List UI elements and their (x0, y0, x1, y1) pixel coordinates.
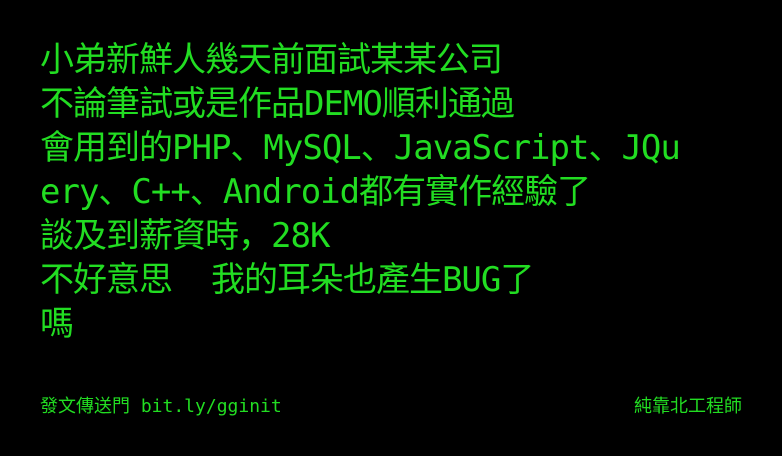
post-line-6: 不好意思 我的耳朵也產生BUG了 (40, 260, 534, 300)
post-line-2: 不論筆試或是作品DEMO順利通過 (40, 84, 515, 124)
post-body: 小弟新鮮人幾天前面試某某公司 不論筆試或是作品DEMO順利通過 會用到的PHP、… (40, 38, 760, 346)
submission-link: 發文傳送門 bit.ly/gginit (40, 396, 282, 417)
post-line-3: 會用到的PHP、MySQL、JavaScript、JQu (40, 128, 681, 168)
page-signature: 純靠北工程師 (634, 396, 742, 417)
post-line-1: 小弟新鮮人幾天前面試某某公司 (40, 40, 503, 80)
post-line-4: ery、C++、Android都有實作經驗了 (40, 172, 591, 212)
post-line-7: 嗎 (40, 304, 74, 344)
post-line-5: 談及到薪資時，28K (40, 216, 330, 256)
